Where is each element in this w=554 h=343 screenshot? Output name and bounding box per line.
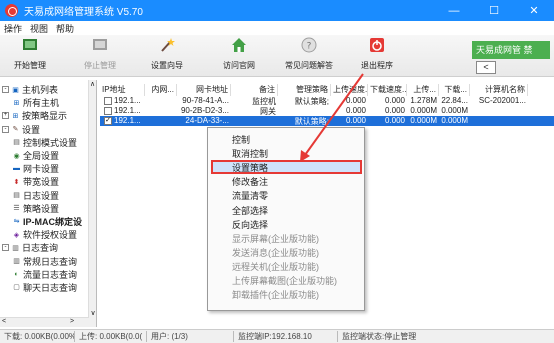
status-users: 用户: (1/3) [147,331,234,342]
annotation-arrow [300,73,364,162]
status-monitor-ip: 监控端IP:192.168.10 [234,331,338,342]
status-bar: 下载: 0.00KB(0.00%) 上传: 0.00KB(0.0( 用户: (1… [0,329,554,343]
status-upload: 上传: 0.00KB(0.0( [75,331,147,342]
status-monitor-state: 监控端状态:停止管理 [342,332,417,341]
status-download: 下载: 0.00KB(0.00%) [0,331,75,342]
